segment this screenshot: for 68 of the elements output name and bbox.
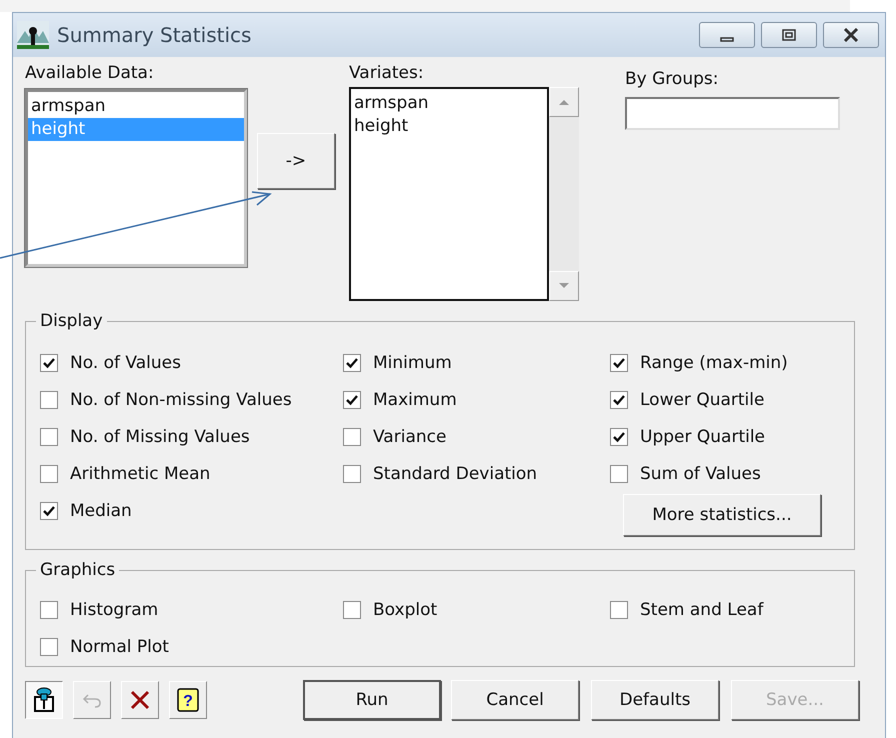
checkbox-label: Arithmetic Mean [70,464,210,484]
checkbox-label: Lower Quartile [640,390,764,410]
variates-list[interactable]: armspan height [349,87,549,301]
add-variate-button[interactable]: -> [257,133,335,189]
maximize-button[interactable] [761,22,817,48]
checkbox-label: Histogram [70,600,158,620]
window-title: Summary Statistics [57,23,252,47]
checkbox[interactable] [343,428,361,446]
checkbox-label: Maximum [373,390,457,410]
available-data-list[interactable]: armspan height [25,89,247,267]
checkbox[interactable] [40,502,58,520]
checkbox[interactable] [40,354,58,372]
by-groups-label: By Groups: [625,69,720,89]
checkbox[interactable] [610,390,628,408]
dialog-button[interactable]: Run [303,680,441,720]
group-title: Graphics [36,559,120,581]
list-item[interactable]: armspan [28,95,244,118]
checkbox[interactable] [40,428,58,446]
dialog-button[interactable]: Defaults [591,680,719,720]
checkbox[interactable] [343,390,361,408]
more-statistics-button[interactable]: More statistics... [623,494,821,536]
up-arrow-icon [557,98,571,106]
checkbox-label: No. of Values [70,352,181,372]
toolbar-button[interactable]: ? [169,681,207,719]
checkbox-label: Stem and Leaf [640,600,764,620]
pin-icon [32,687,56,713]
help-icon: ? [177,688,199,712]
checkbox[interactable] [610,464,628,482]
checkbox[interactable] [343,464,361,482]
checkbox-label: Normal Plot [70,636,169,656]
dialog-button[interactable]: Cancel [451,680,579,720]
maximize-icon [780,28,798,42]
by-groups-field[interactable] [625,97,840,130]
checkbox[interactable] [40,638,58,656]
checkbox-label: Sum of Values [640,464,761,484]
down-arrow-icon [557,282,571,290]
checkbox-label: Variance [373,426,446,446]
list-item[interactable]: height [351,115,547,138]
checkbox[interactable] [343,354,361,372]
toolbar-button[interactable] [25,681,63,719]
app-icon [17,21,49,49]
checkbox-label: Minimum [373,352,452,372]
checkbox-label: Median [70,500,132,520]
scroll-down-button[interactable] [549,271,579,301]
group-title: Display [36,310,107,332]
list-item[interactable]: armspan [351,92,547,115]
checkbox-label: Boxplot [373,600,438,620]
scroll-up-button[interactable] [549,87,579,117]
checkbox[interactable] [610,354,628,372]
close-icon [129,689,151,711]
checkbox[interactable] [610,428,628,446]
close-icon [842,28,860,42]
scrollbar[interactable] [549,87,579,301]
checkbox[interactable] [610,600,628,618]
checkbox[interactable] [40,464,58,482]
checkbox-label: No. of Non-missing Values [70,390,292,410]
checkbox-label: No. of Missing Values [70,426,250,446]
checkbox-label: Upper Quartile [640,426,766,446]
checkbox[interactable] [40,390,58,408]
close-button[interactable] [823,22,879,48]
available-data-label: Available Data: [25,63,155,83]
variates-label: Variates: [349,63,425,83]
checkbox-label: Standard Deviation [373,464,538,484]
checkbox[interactable] [343,600,361,618]
checkbox-label: Range (max-min) [640,352,788,372]
minimize-button[interactable] [699,22,755,48]
checkbox[interactable] [40,600,58,618]
minimize-icon [720,36,734,42]
